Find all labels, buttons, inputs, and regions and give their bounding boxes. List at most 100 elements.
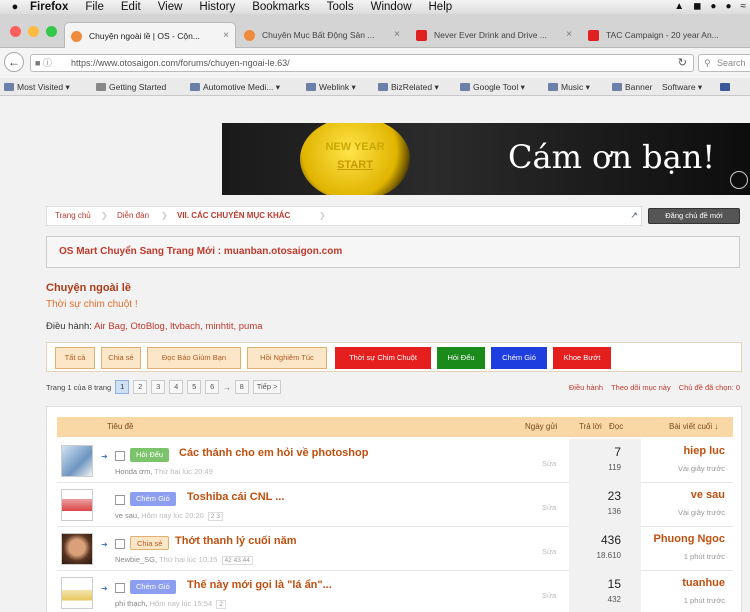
menu-help[interactable]: Help: [429, 0, 453, 14]
breadcrumb-home[interactable]: Trang chủ: [55, 207, 91, 225]
menu-file[interactable]: File: [85, 0, 104, 14]
page-jump-icon[interactable]: →: [223, 383, 231, 392]
thread-pages[interactable]: 42 43 44: [221, 556, 253, 565]
unread-arrow-icon[interactable]: ➜: [101, 540, 108, 549]
browser-tab-3[interactable]: Never Ever Drink and Drive ... ×: [410, 22, 578, 48]
prefix-tab-ask[interactable]: Hỏi Đểu: [437, 347, 485, 369]
menu-tools[interactable]: Tools: [327, 0, 354, 14]
search-box[interactable]: ⚲ Search: [698, 54, 750, 72]
bookmark-software[interactable]: Software ▾: [662, 78, 702, 95]
thread-prefix[interactable]: Hỏi Đểu: [130, 448, 170, 462]
tray-icon-3[interactable]: ●: [710, 0, 716, 14]
new-thread-button[interactable]: Đăng chủ đề mới: [648, 208, 740, 224]
zoom-window-button[interactable]: [46, 26, 57, 37]
edit-link[interactable]: Sửa: [542, 459, 556, 468]
last-poster[interactable]: hiep luc: [683, 445, 725, 457]
apple-icon[interactable]: ●: [0, 0, 30, 14]
close-tab-icon[interactable]: ×: [394, 22, 400, 48]
thread-prefix[interactable]: Chém Gió: [130, 580, 176, 594]
header-date[interactable]: Ngày gửi: [525, 417, 557, 437]
thread-author[interactable]: Honda ơm,: [115, 467, 152, 476]
thread-title[interactable]: Thế này mới gọi là "lá ẩn"...: [187, 579, 332, 591]
table-row[interactable]: ➜ Chia sẻ Thớt thanh lý cuối năm Newbie_…: [57, 527, 733, 571]
avatar[interactable]: [61, 533, 93, 565]
breadcrumb-category[interactable]: VII. CÁC CHUYÊN MỤC KHÁC: [177, 207, 290, 225]
close-tab-icon[interactable]: ×: [223, 23, 229, 48]
thread-checkbox[interactable]: [115, 495, 125, 505]
prefix-tab-show-off[interactable]: Khoe Bướt: [553, 347, 611, 369]
thread-pages[interactable]: 2: [216, 600, 226, 609]
thread-author[interactable]: phi thạch,: [115, 599, 148, 608]
tray-icon-1[interactable]: ▲: [674, 0, 684, 14]
prefix-tab-serious[interactable]: Hồi Nghiêm Túc: [247, 347, 327, 369]
menu-firefox[interactable]: Firefox: [30, 0, 68, 14]
last-post-time[interactable]: Vài giây trước: [678, 464, 725, 473]
thread-author[interactable]: ve sau,: [115, 511, 139, 520]
tray-icon-4[interactable]: ●: [725, 0, 731, 14]
page-link-1[interactable]: 1: [115, 380, 130, 394]
unread-arrow-icon[interactable]: ➜: [101, 584, 108, 593]
thread-prefix[interactable]: Chém Gió: [130, 492, 176, 506]
lock-icon[interactable]: ■ ⓘ: [35, 55, 52, 71]
last-poster[interactable]: ve sau: [691, 489, 725, 501]
bookmark-bizrelated[interactable]: BizRelated ▾: [378, 78, 439, 95]
prefix-tab-read-news[interactable]: Đọc Báo Giùm Bạn: [147, 347, 241, 369]
breadcrumb-forums[interactable]: Diễn đàn: [117, 207, 149, 225]
page-link-4[interactable]: 4: [169, 380, 184, 394]
edit-link[interactable]: Sửa: [542, 547, 556, 556]
close-tab-icon[interactable]: ×: [566, 22, 572, 48]
bookmark-most-visited[interactable]: Most Visited ▾: [4, 78, 70, 95]
thread-prefix[interactable]: Chia sẻ: [130, 536, 170, 550]
wifi-icon[interactable]: ≈: [741, 0, 747, 14]
thread-title[interactable]: Thớt thanh lý cuối năm: [175, 535, 297, 547]
minimize-window-button[interactable]: [28, 26, 39, 37]
browser-tab-4[interactable]: TAC Campaign - 20 year An...: [582, 22, 750, 48]
bookmark-banner[interactable]: Banner: [612, 78, 652, 95]
avatar[interactable]: [61, 445, 93, 477]
selected-threads-link[interactable]: Chủ đề đã chọn: 0: [679, 383, 740, 392]
header-last-post[interactable]: Bài viết cuối ↓: [669, 417, 718, 437]
header-replies[interactable]: Trả lời: [579, 417, 602, 437]
browser-tab-2[interactable]: Chuyên Mục Bất Động Sản ... ×: [238, 22, 406, 48]
prefix-tab-share[interactable]: Chia sẻ: [101, 347, 141, 369]
browser-tab-1[interactable]: Chuyện ngoài lề | OS - Cộn... ×: [64, 22, 236, 48]
table-row[interactable]: ➜ Chém Gió Thế này mới gọi là "lá ẩn"...…: [57, 571, 733, 612]
notice-box[interactable]: OS Mart Chuyển Sang Trang Mới : muanban.…: [46, 236, 740, 268]
address-bar[interactable]: ■ ⓘ https://www.otosaigon.com/forums/chu…: [30, 54, 694, 72]
edit-link[interactable]: Sửa: [542, 591, 556, 600]
last-post-time[interactable]: 1 phút trước: [684, 552, 725, 561]
menu-edit[interactable]: Edit: [121, 0, 141, 14]
watch-forum-link[interactable]: Theo dõi mục này: [611, 383, 671, 392]
bookmark-google-tool[interactable]: Google Tool ▾: [460, 78, 525, 95]
header-views[interactable]: Đọc: [609, 417, 623, 437]
bookmark-getting-started[interactable]: Getting Started: [96, 78, 166, 95]
thread-checkbox[interactable]: [115, 451, 125, 461]
last-post-time[interactable]: Vài giây trước: [678, 508, 725, 517]
thread-checkbox[interactable]: [115, 539, 125, 549]
unread-arrow-icon[interactable]: ➜: [101, 452, 108, 461]
thread-checkbox[interactable]: [115, 583, 125, 593]
tray-icon-2[interactable]: ◼: [693, 0, 701, 14]
close-window-button[interactable]: [10, 26, 21, 37]
header-title[interactable]: Tiêu đề: [107, 417, 133, 437]
bookmark-automotive[interactable]: Automotive Medi... ▾: [190, 78, 280, 95]
thread-title[interactable]: Các thánh cho em hỏi về photoshop: [179, 447, 368, 459]
page-link-8[interactable]: 8: [234, 380, 249, 394]
back-arrow-icon[interactable]: ←: [4, 52, 24, 72]
avatar[interactable]: [61, 489, 93, 521]
edit-link[interactable]: Sửa: [542, 503, 556, 512]
thread-author[interactable]: Newbie_SG,: [115, 555, 157, 564]
prefix-tab-current-affairs[interactable]: Thời sự Chim Chuột: [335, 347, 431, 369]
prefix-tab-all[interactable]: Tất cả: [55, 347, 95, 369]
page-link-6[interactable]: 6: [205, 380, 220, 394]
page-link-3[interactable]: 3: [151, 380, 166, 394]
menu-history[interactable]: History: [199, 0, 235, 14]
table-row[interactable]: Chém Gió Toshiba cái CNL ... ve sau, Hôm…: [57, 483, 733, 527]
menu-bookmarks[interactable]: Bookmarks: [252, 0, 310, 14]
thread-title[interactable]: Toshiba cái CNL ...: [187, 491, 284, 503]
menu-window[interactable]: Window: [371, 0, 412, 14]
next-page-button[interactable]: Tiếp >: [252, 380, 282, 394]
facebook-icon[interactable]: [720, 78, 733, 95]
last-poster[interactable]: tuanhue: [682, 577, 725, 589]
page-link-5[interactable]: 5: [187, 380, 202, 394]
